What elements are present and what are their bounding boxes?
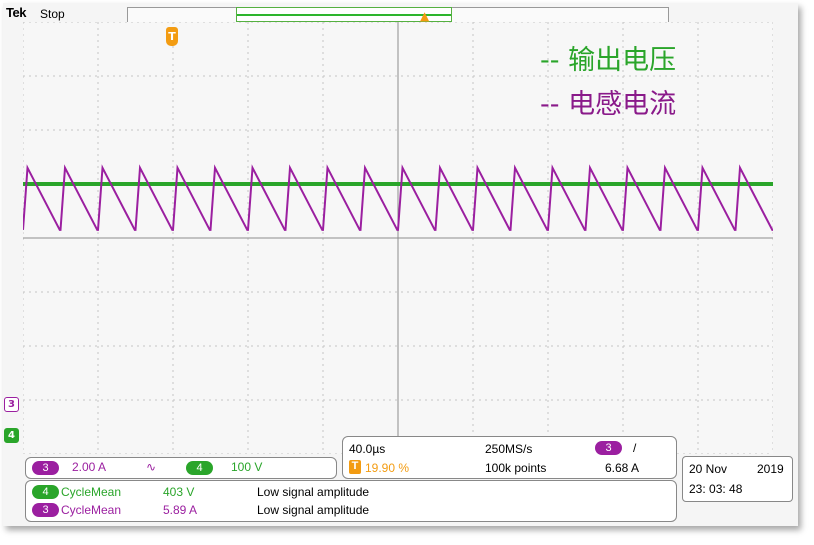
date: 20 Nov: [689, 462, 728, 476]
record-window-indicator: [237, 14, 451, 16]
ch4-badge[interactable]: 4: [186, 460, 213, 475]
sample-rate: 250MS/s: [485, 442, 533, 456]
trigger-level: 6.68 A: [605, 461, 640, 475]
acquisition-panel[interactable]: 40.0µs 250MS/s 3 / T 19.90 % 100k points…: [342, 436, 677, 479]
time: 23: 03: 48: [689, 482, 743, 496]
ch3-scale[interactable]: 2.00 A: [72, 460, 106, 474]
meas-2-status: Low signal amplitude: [257, 503, 370, 517]
ch4-ground-marker[interactable]: 4: [4, 428, 19, 443]
brand-logo: Tek: [6, 5, 26, 20]
meas-1-name: CycleMean: [61, 485, 122, 499]
meas-2-value: 5.89 A: [163, 503, 198, 517]
run-state: Stop: [40, 7, 65, 21]
meas-2-name: CycleMean: [61, 503, 122, 517]
trigger-position-marker: ▲: [420, 9, 430, 23]
trigger-slope-icon: /: [633, 441, 637, 455]
ch3-badge[interactable]: 3: [32, 460, 59, 475]
channel-settings-bar: 3 2.00 A ∿ 4 100 V: [25, 457, 337, 479]
legend-inductor-current: -- 电感电流: [540, 89, 677, 120]
record-length: 100k points: [485, 461, 547, 475]
trigger-badge-icon: T: [349, 460, 361, 474]
bandwidth-limit-icon: ∿: [146, 460, 157, 474]
ch4-scale[interactable]: 100 V: [231, 460, 262, 474]
date-time-panel: 20 Nov 2019 23: 03: 48: [682, 456, 793, 502]
legend-output-voltage: -- 输出电压: [540, 45, 677, 76]
meas-1-status: Low signal amplitude: [257, 485, 370, 499]
record-view-bar: ▲: [127, 7, 669, 23]
year: 2019: [757, 462, 784, 476]
timebase: 40.0µs: [349, 442, 386, 456]
measurement-panel[interactable]: 4 CycleMean 403 V Low signal amplitude 3…: [25, 480, 677, 522]
meas-1-value: 403 V: [163, 485, 195, 499]
trigger-position: 19.90 %: [365, 461, 410, 475]
trigger-marker-icon[interactable]: T: [166, 27, 178, 46]
ch3-ground-marker[interactable]: 3: [4, 397, 19, 412]
